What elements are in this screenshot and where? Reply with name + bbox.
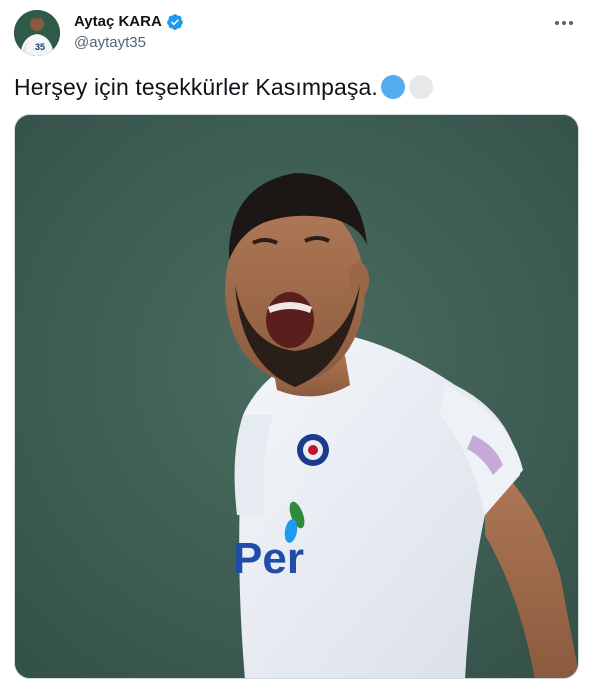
author-block: Aytaç KARA @aytayt35	[74, 12, 184, 53]
avatar-image: 35	[14, 10, 60, 56]
verified-badge-icon	[166, 13, 184, 31]
tweet-card[interactable]: 35 Aytaç KARA @aytayt35 Herşey için teşe…	[0, 0, 589, 694]
avatar[interactable]: 35	[14, 10, 60, 56]
handle[interactable]: @aytayt35	[74, 33, 184, 53]
blue-heart-icon	[380, 75, 405, 99]
tweet-text: Herşey için teşekkürler Kasımpaşa.	[14, 74, 378, 100]
display-name[interactable]: Aytaç KARA	[74, 12, 162, 32]
jersey-sponsor-text: Per	[233, 534, 304, 583]
tweet-text-row: Herşey için teşekkürler Kasımpaşa.	[14, 72, 433, 102]
avatar-jersey-number: 35	[35, 42, 45, 52]
video-frame: Per	[15, 115, 578, 678]
more-horizontal-icon[interactable]	[551, 14, 577, 32]
tweet-video[interactable]: Per	[14, 114, 579, 679]
white-heart-icon	[408, 75, 433, 99]
name-row: Aytaç KARA	[74, 12, 184, 32]
